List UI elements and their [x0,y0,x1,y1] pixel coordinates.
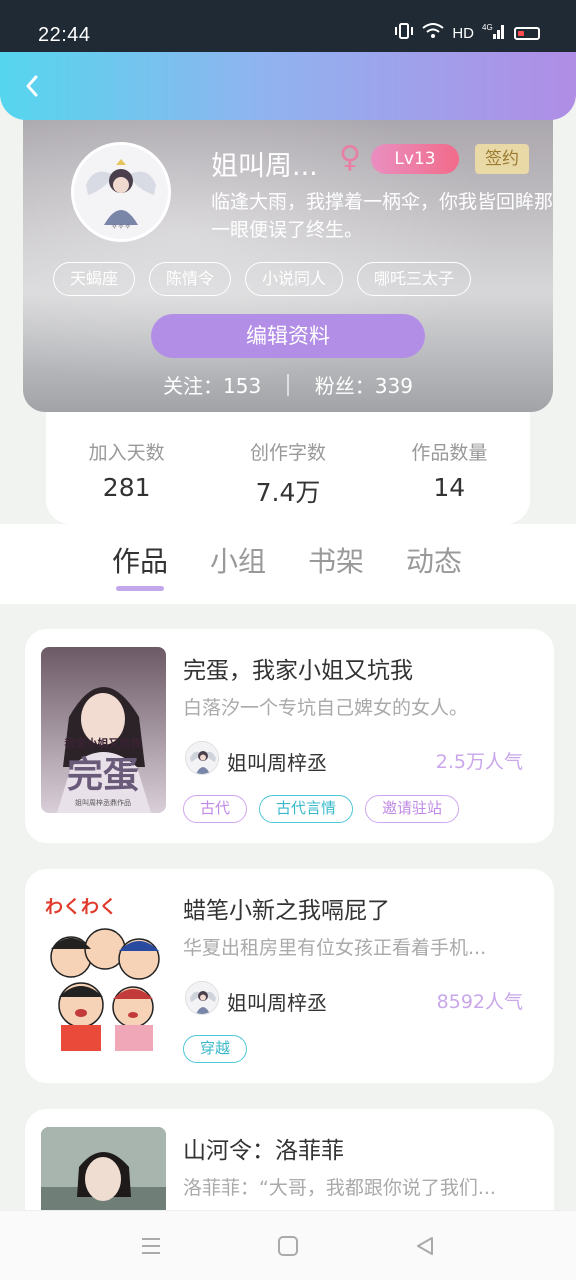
top-header [0,52,576,120]
author-name: 姐叫周梓丞 [227,991,327,1015]
chevron-left-icon [26,75,38,97]
tab-works[interactable]: 作品 [112,540,168,580]
stat-join-days: 加入天数 281 [46,412,207,524]
stat-label: 作品数量 [411,442,488,464]
signal-icon: 4G [482,22,506,44]
stat-works-count: 作品数量 14 [369,412,530,524]
popularity: 2.5万人气 [435,751,523,773]
stat-value: 14 [433,473,466,502]
cover-text: 完蛋 [67,754,139,796]
svg-text:✧✧✧: ✧✧✧ [111,222,131,231]
stat-word-count: 创作字数 7.4万 [207,412,368,524]
book-tag[interactable]: 古代 [183,795,248,823]
profile-tag[interactable]: 陈情令 [149,262,232,296]
stat-value: 281 [102,473,151,502]
profile-tag[interactable]: 天蝎座 [53,262,136,296]
stat-label: 创作字数 [249,442,326,464]
author-row: 姐叫周梓丞 2.5万人气 [183,739,523,779]
nickname: 姐叫周... [211,151,318,182]
profile-tag[interactable]: 哪吒三太子 [357,262,472,296]
network-type: HD [452,24,474,42]
profile-card: ✧✧✧ 姐叫周... ♀ Lv13 签约 临逢大雨，我撑着一柄伞，你我皆回眸那一… [23,114,553,412]
author-avatar[interactable] [185,981,219,1015]
edit-profile-button[interactable]: 编辑资料 [151,314,425,358]
book-title[interactable]: 山河令：洛菲菲 [183,1131,344,1165]
stats-card: 加入天数 281 创作字数 7.4万 作品数量 14 [46,412,530,524]
tab-activity[interactable]: 动态 [406,540,462,580]
cover-text: 我家小姐又坑我 [65,736,142,750]
back-triangle-icon[interactable] [412,1233,438,1259]
level-badge: Lv13 [371,144,459,174]
home-icon[interactable] [275,1233,301,1259]
svg-text:4G: 4G [482,23,493,32]
book-description: 白落汐一个专坑自己婢女的女人。 [183,697,469,719]
book-card[interactable]: 我家小姐又坑我 完蛋 姐叫周梓丞鼎作品 完蛋，我家小姐又坑我 白落汐一个专坑自己… [25,629,554,843]
tab-bar: 作品 小组 书架 动态 [0,524,576,604]
battery-icon [514,26,540,40]
book-card[interactable]: わくわく 蜡笔小新之我嗝屁了 华夏出租房里有位女孩正看着手机... 姐叫周梓丞 … [25,869,554,1083]
book-tags: 穿越 [183,1035,248,1063]
status-bar: 22:44 HD 4G [0,0,576,52]
book-description: 华夏出租房里有位女孩正看着手机... [183,937,487,959]
status-icons: HD 4G [394,22,540,44]
book-cover[interactable]: わくわく [41,887,166,1053]
book-tag[interactable]: 古代言情 [259,795,354,823]
cover-text: 姐叫周梓丞鼎作品 [75,798,131,807]
follow-row: 关注：153 粉丝：339 [23,370,553,399]
profile-tags: 天蝎座 陈情令 小说同人 哪吒三太子 [53,262,472,296]
signed-badge: 签约 [475,144,529,174]
book-tag[interactable]: 穿越 [183,1035,248,1063]
author-row: 姐叫周梓丞 8592人气 [183,979,523,1019]
author-name: 姐叫周梓丞 [227,751,327,775]
status-time: 22:44 [38,24,91,46]
book-tags: 古代 古代言情 邀请驻站 [183,795,460,823]
tab-bookshelf[interactable]: 书架 [308,540,364,580]
following-count[interactable]: 关注：153 [163,370,261,399]
wifi-icon [422,23,444,43]
vibrate-icon [394,22,414,44]
avatar[interactable]: ✧✧✧ [71,142,171,242]
female-icon: ♀ [339,140,361,175]
profile-tag[interactable]: 小说同人 [245,262,344,296]
book-tag[interactable]: 邀请驻站 [365,795,460,823]
system-nav-bar [0,1210,576,1280]
book-title[interactable]: 蜡笔小新之我嗝屁了 [183,891,390,925]
author-avatar[interactable] [185,741,219,775]
back-button[interactable] [14,68,50,104]
stat-value: 7.4万 [255,478,321,507]
fans-count[interactable]: 粉丝：339 [315,370,413,399]
divider [287,373,289,396]
stat-label: 加入天数 [88,442,165,464]
book-title[interactable]: 完蛋，我家小姐又坑我 [183,651,413,685]
popularity: 8592人气 [436,991,523,1013]
menu-icon[interactable] [138,1233,164,1259]
tab-groups[interactable]: 小组 [210,540,266,580]
book-description: 洛菲菲：“大哥，我都跟你说了我们... [183,1177,496,1199]
book-cover[interactable]: 我家小姐又坑我 完蛋 姐叫周梓丞鼎作品 [41,647,166,813]
cover-text: わくわく [45,897,117,918]
tab-indicator [116,586,164,591]
motto: 临逢大雨，我撑着一柄伞，你我皆回眸那一眼便误了终生。 [211,191,553,241]
